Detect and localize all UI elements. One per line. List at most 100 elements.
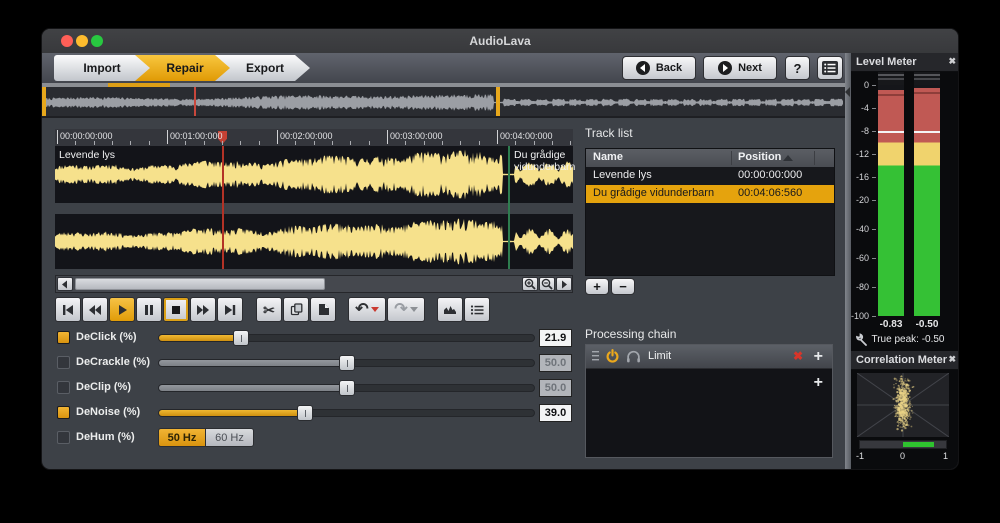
- dehum-checkbox[interactable]: [57, 431, 70, 444]
- dehum-60hz-option[interactable]: 60 Hz: [206, 428, 254, 447]
- timeline-minor-tick: [314, 141, 315, 145]
- dehum-row: DeHum (%) 50 Hz 60 Hz: [42, 429, 582, 447]
- declick-slider[interactable]: [158, 334, 535, 342]
- level-meter-close-icon[interactable]: ✖: [948, 56, 956, 67]
- chain-item-limit[interactable]: Limit ✖ +: [586, 345, 832, 369]
- declip-checkbox[interactable]: [57, 381, 70, 394]
- track-row-2[interactable]: Du grådige vidunderbarn 00:04:06:560: [586, 185, 834, 203]
- back-button[interactable]: Back: [622, 56, 696, 80]
- pause-button[interactable]: [136, 297, 162, 322]
- declip-slider-handle[interactable]: [339, 380, 355, 396]
- skip-to-end-button[interactable]: [217, 297, 243, 322]
- help-button[interactable]: ?: [785, 56, 810, 80]
- copy-button[interactable]: [283, 297, 309, 322]
- overview-position-strip[interactable]: [42, 83, 845, 87]
- redo-dropdown-icon[interactable]: [410, 307, 418, 312]
- undo-dropdown-icon[interactable]: [371, 307, 379, 312]
- track1-wave-label: Levende lys: [59, 149, 115, 161]
- meter-panel: Level Meter ✖ 0-4-8-12-16-20-40-60-80-10…: [851, 53, 959, 470]
- collapse-panel-icon[interactable]: [845, 87, 850, 97]
- declick-value[interactable]: 21.9: [539, 329, 572, 347]
- rewind-button[interactable]: [82, 297, 108, 322]
- timeline-label: 00:03:00:000: [390, 131, 443, 141]
- declip-label: DeClip (%): [76, 381, 131, 393]
- next-button[interactable]: Next: [703, 56, 777, 80]
- decrackle-checkbox[interactable]: [57, 356, 70, 369]
- denoise-checkbox[interactable]: [57, 406, 70, 419]
- column-separator[interactable]: [731, 151, 732, 165]
- column-header-name[interactable]: Name: [593, 151, 623, 163]
- timeline-ruler[interactable]: 00:00:00:00000:01:00:00000:02:00:00000:0…: [55, 129, 573, 146]
- declick-checkbox[interactable]: [57, 331, 70, 344]
- log-list-button[interactable]: [817, 56, 843, 80]
- scroll-right-button[interactable]: [556, 277, 572, 291]
- declip-slider[interactable]: [158, 384, 535, 392]
- dehum-50hz-label: 50 Hz: [168, 432, 197, 444]
- column-header-position[interactable]: Position: [738, 151, 781, 163]
- denoise-slider-handle[interactable]: [297, 405, 313, 421]
- declip-slider-fill: [159, 385, 347, 391]
- scroll-left-button[interactable]: [57, 277, 73, 291]
- remove-effect-icon[interactable]: ✖: [793, 349, 803, 363]
- level-scale-tick: [872, 154, 876, 155]
- paste-button[interactable]: [310, 297, 336, 322]
- decrackle-slider[interactable]: [158, 359, 535, 367]
- skip-to-start-button[interactable]: [55, 297, 81, 322]
- track-row-1[interactable]: Levende lys 00:00:00:000: [586, 167, 834, 185]
- waveform-channel-right[interactable]: [55, 214, 573, 269]
- track-row-1-position: 00:00:00:000: [738, 169, 802, 181]
- level-value-right: -0.50: [904, 319, 950, 330]
- denoise-slider[interactable]: [158, 409, 535, 417]
- stop-button[interactable]: [163, 297, 189, 322]
- overview-track2-marker: [496, 87, 500, 116]
- add-track-button[interactable]: +: [585, 278, 609, 295]
- timeline-label: 00:01:00:000: [170, 131, 223, 141]
- waveform-view-button[interactable]: [437, 297, 463, 322]
- tab-import[interactable]: Import: [54, 55, 150, 81]
- session-overview[interactable]: [42, 83, 845, 118]
- cut-button[interactable]: ✂: [256, 297, 282, 322]
- zoom-out-button[interactable]: [539, 277, 555, 291]
- screen: AudioLava Import Repair Export Back: [0, 0, 1000, 523]
- overview-track1-marker: [42, 87, 46, 116]
- declip-value[interactable]: 50.0: [539, 379, 572, 397]
- track-list-view-button[interactable]: [464, 297, 490, 322]
- waveform-left-svg: [55, 146, 573, 203]
- headphones-monitor-icon[interactable]: [626, 349, 641, 364]
- undo-button[interactable]: ↶: [348, 297, 386, 322]
- scrollbar-thumb[interactable]: [75, 278, 325, 290]
- overview-visible-region[interactable]: [108, 83, 170, 87]
- decrackle-slider-handle[interactable]: [339, 355, 355, 371]
- fast-forward-button[interactable]: [190, 297, 216, 322]
- denoise-slider-fill: [159, 410, 305, 416]
- timeline-minor-tick: [75, 141, 76, 145]
- level-scale-tick: [872, 177, 876, 178]
- denoise-value[interactable]: 39.0: [539, 404, 572, 422]
- wave-scrollbar[interactable]: [55, 275, 573, 293]
- waveform-channel-left[interactable]: [55, 146, 573, 203]
- dehum-50hz-option[interactable]: 50 Hz: [158, 428, 206, 447]
- append-effect-icon[interactable]: +: [814, 375, 823, 391]
- power-icon[interactable]: [605, 349, 620, 364]
- declick-slider-handle[interactable]: [233, 330, 249, 346]
- window-title: AudioLava: [42, 34, 958, 48]
- timeline-minor-tick: [94, 141, 95, 145]
- decrackle-value[interactable]: 50.0: [539, 354, 572, 372]
- drag-handle-icon[interactable]: [592, 351, 600, 362]
- level-scale-label: -12: [851, 149, 869, 159]
- level-scale-label: -8: [851, 126, 869, 136]
- timeline-label: 00:02:00:000: [280, 131, 333, 141]
- column-separator[interactable]: [814, 151, 815, 165]
- overview-playhead[interactable]: [194, 87, 196, 116]
- declip-row: DeClip (%) 50.0: [42, 379, 582, 397]
- add-effect-icon[interactable]: +: [814, 349, 823, 365]
- correlation-meter-close-icon[interactable]: ✖: [948, 354, 956, 365]
- level-scale-tick: [872, 316, 876, 317]
- play-button[interactable]: [109, 297, 135, 322]
- remove-track-button[interactable]: −: [611, 278, 635, 295]
- zoom-in-button[interactable]: [522, 277, 538, 291]
- track-list-header[interactable]: Name Position: [586, 149, 834, 167]
- title-bar: AudioLava: [42, 29, 958, 54]
- redo-button[interactable]: ↷: [387, 297, 425, 322]
- timeline-minor-tick: [534, 141, 535, 145]
